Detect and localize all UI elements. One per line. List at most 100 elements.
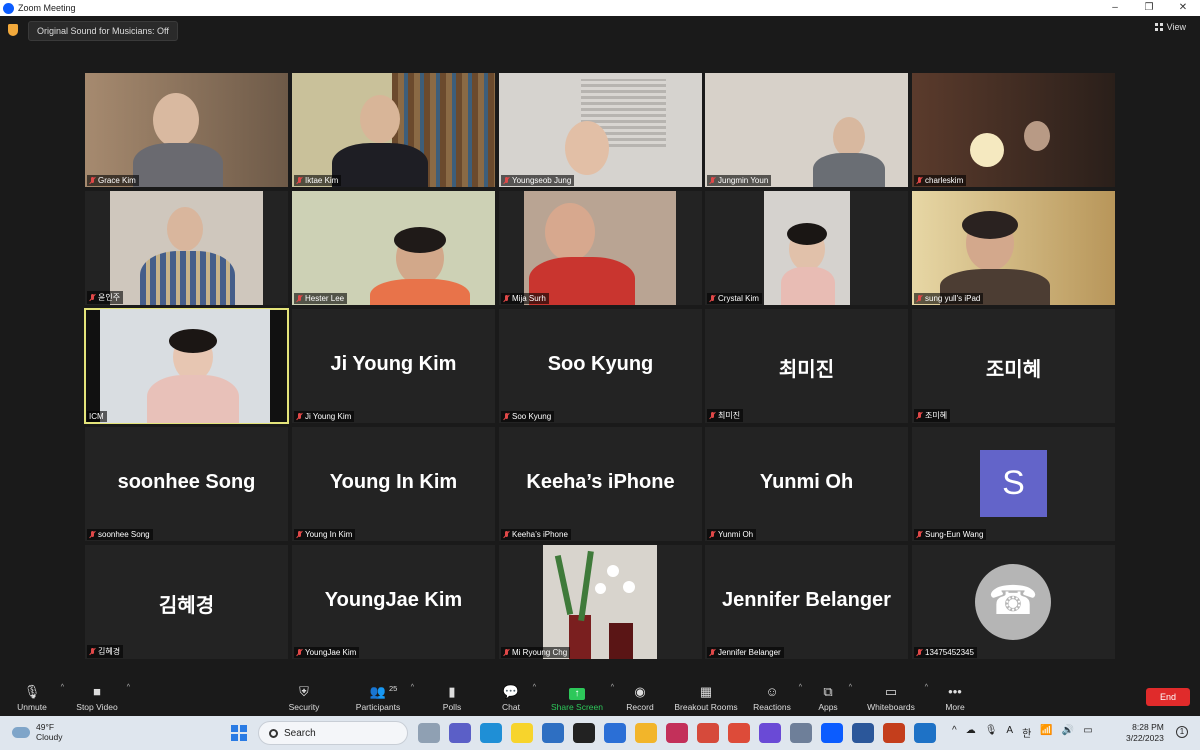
apps-button[interactable]: ⧉ Apps ^ [814,680,852,716]
reactions-button[interactable]: ☺ Reactions ^ [752,680,802,716]
video-tile[interactable]: sung yull's iPad [912,191,1115,305]
teams-icon[interactable] [449,723,471,743]
video-tile[interactable]: 최미진 최미진 [705,309,908,423]
chat-button[interactable]: 💬 Chat ^ [496,680,536,716]
system-tray: ^ ☁ 🎙 A 한 📶 🔊 ▭ [952,725,1093,740]
video-tile[interactable]: S Sung-Eun Wang [912,427,1115,541]
chrome-icon[interactable] [728,723,750,743]
taskbar-search[interactable]: Search [258,721,408,745]
video-tile[interactable]: Grace Kim [85,73,288,187]
kakaotalk-icon[interactable] [511,723,533,743]
video-tile[interactable]: Crystal Kim [705,191,908,305]
participant-name: Yunmi Oh [707,529,757,540]
video-tile-active-speaker[interactable]: ICM [84,308,289,424]
polls-button[interactable]: ▮ Polls [436,680,468,716]
record-button[interactable]: ◉ Record [624,680,656,716]
word-icon[interactable] [852,723,874,743]
video-tile[interactable]: Mi Ryoung Chg [499,545,702,659]
app-red-icon[interactable] [697,723,719,743]
muted-phone-icon [916,648,923,657]
video-tile[interactable]: soonhee Song soonhee Song [85,427,288,541]
video-tile[interactable]: 윤인주 [85,191,288,305]
security-shield-icon[interactable] [8,24,18,36]
task-view-icon[interactable] [418,723,440,743]
powerpoint-icon[interactable] [883,723,905,743]
video-options-chevron-icon[interactable]: ^ [127,684,130,691]
video-tile[interactable]: YoungJae Kim YoungJae Kim [292,545,495,659]
video-tile[interactable]: Mija Surh [499,191,702,305]
security-button[interactable]: ⛨ Security [284,680,324,716]
participants-button[interactable]: 👥 Participants 25 ^ [352,680,414,716]
unmute-button[interactable]: 🎙 Unmute ^ [10,680,64,716]
windows-start-icon[interactable] [231,725,247,741]
muted-mic-icon [296,648,303,657]
video-tile[interactable]: Jungmin Youn [705,73,908,187]
microphone-icon[interactable]: 🎙 [985,725,998,740]
mail-icon[interactable] [604,723,626,743]
video-tile[interactable]: Hester Lee [292,191,495,305]
video-tile[interactable]: Keeha’s iPhone Keeha’s iPhone [499,427,702,541]
share-arrow-icon: ↑ [569,688,585,700]
original-sound-button[interactable]: Original Sound for Musicians: Off [28,21,178,41]
video-tile[interactable]: Soo Kyung Soo Kyung [499,309,702,423]
video-tile[interactable]: Iktae Kim [292,73,495,187]
more-button[interactable]: ••• More [940,680,970,716]
share-screen-button[interactable]: ↑ Share Screen ^ [550,680,614,716]
view-button[interactable]: View [1154,22,1186,32]
clock-date: 3/22/2023 [1126,733,1164,743]
ime-indicator[interactable]: 한 [1022,725,1031,740]
video-tile[interactable]: Young In Kim Young In Kim [292,427,495,541]
notification-badge[interactable]: 1 [1176,726,1188,738]
participants-chevron-icon[interactable]: ^ [411,684,414,691]
edge-icon[interactable] [480,723,502,743]
muted-mic-icon [709,648,716,657]
taskbar-clock[interactable]: 8:28 PM 3/22/2023 [1126,722,1164,744]
title-bar: Zoom Meeting – ❐ ✕ [0,0,1200,16]
cloud-icon [12,726,30,738]
input-language[interactable]: A [1006,725,1013,740]
end-meeting-button[interactable]: End [1146,688,1190,706]
app-gray-icon[interactable] [790,723,812,743]
store-icon[interactable] [542,723,564,743]
video-tile[interactable]: Jennifer Belanger Jennifer Belanger [705,545,908,659]
audio-options-chevron-icon[interactable]: ^ [61,684,64,691]
whiteboards-button[interactable]: ▭ Whiteboards ^ [864,680,928,716]
app-r-icon[interactable] [914,723,936,743]
participant-display-name: Soo Kyung [547,353,654,375]
video-tile[interactable]: Yunmi Oh Yunmi Oh [705,427,908,541]
minimize-button[interactable]: – [1098,0,1132,16]
app-purple-icon[interactable] [759,723,781,743]
video-tile[interactable]: Ji Young Kim Ji Young Kim [292,309,495,423]
breakout-grid-icon: ▦ [699,684,713,699]
onedrive-icon[interactable]: ☁ [966,725,976,740]
restore-button[interactable]: ❐ [1132,0,1166,16]
volume-icon[interactable]: 🔊 [1062,725,1074,740]
video-tile[interactable]: charleskim [912,73,1115,187]
video-tile[interactable]: 조미혜 조미혜 [912,309,1115,423]
muted-mic-icon [89,293,96,302]
video-tile[interactable]: Youngseob Jung [499,73,702,187]
breakout-rooms-button[interactable]: ▦ Breakout Rooms [672,680,740,716]
participant-name: Jungmin Youn [707,175,772,186]
wifi-icon[interactable]: 📶 [1040,725,1052,740]
photos-icon[interactable] [666,723,688,743]
zoom-icon[interactable] [821,723,843,743]
battery-icon[interactable]: ▭ [1083,725,1092,740]
muted-mic-icon [916,411,923,420]
grid-view-icon [1154,23,1163,31]
whiteboards-chevron-icon[interactable]: ^ [925,684,928,691]
share-chevron-icon[interactable]: ^ [611,684,614,691]
close-button[interactable]: ✕ [1166,0,1200,16]
stop-video-button[interactable]: ■ Stop Video ^ [74,680,130,716]
file-explorer-icon[interactable] [635,723,657,743]
reactions-chevron-icon[interactable]: ^ [799,684,802,691]
participant-display-name: Yunmi Oh [759,471,854,493]
weather-widget[interactable]: 49°F Cloudy [12,722,62,742]
muted-mic-icon [296,412,303,421]
app-icon[interactable] [573,723,595,743]
apps-chevron-icon[interactable]: ^ [849,684,852,691]
video-tile[interactable]: 김혜경 김혜경 [85,545,288,659]
chat-chevron-icon[interactable]: ^ [533,684,536,691]
tray-chevron-icon[interactable]: ^ [952,725,957,740]
video-tile[interactable]: 13475452345 [912,545,1115,659]
